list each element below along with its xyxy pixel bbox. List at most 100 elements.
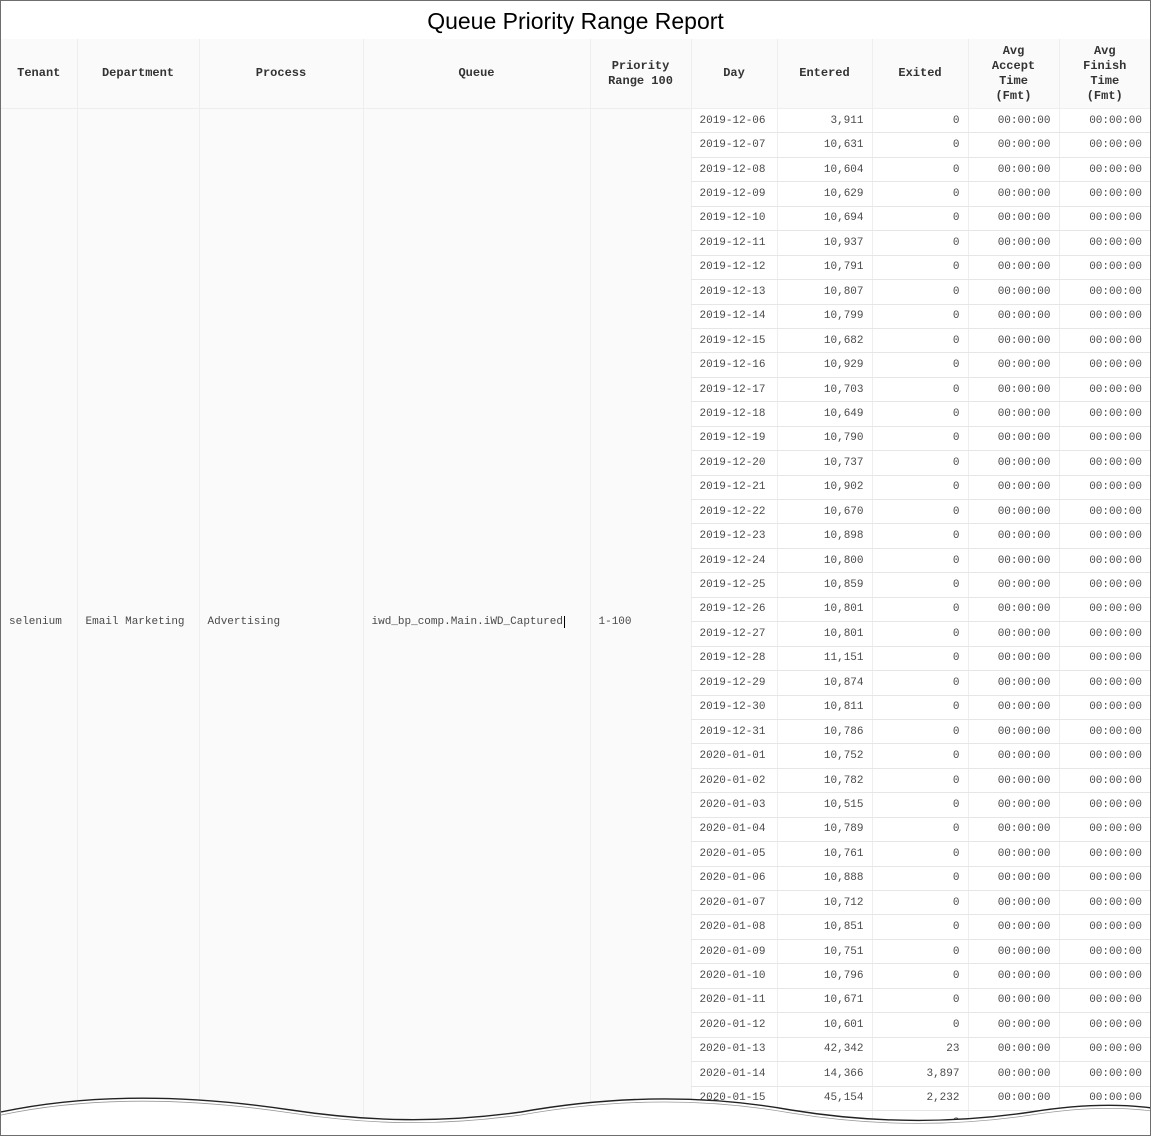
column-header-queue[interactable]: Queue <box>362 39 590 109</box>
column-header-day[interactable]: Day <box>690 39 777 109</box>
avg-accept-time-cell: 00:00:00 <box>967 328 1059 354</box>
entered-cell: 10,851 <box>776 914 872 940</box>
exited-cell: 0 <box>871 988 968 1014</box>
avg-finish-time-cell: 00:00:00 <box>1058 206 1150 232</box>
avg-finish-time-cell: 00:00:00 <box>1058 1110 1150 1135</box>
department-cell: Email Marketing <box>76 108 199 1135</box>
entered-cell: 10,515 <box>776 792 872 818</box>
exited-cell: 0 <box>871 792 968 818</box>
day-cell: 2019-12-25 <box>690 572 777 598</box>
avg-accept-time-cell: 00:00:00 <box>967 279 1059 305</box>
column-header-avg-finish-time[interactable]: Avg Finish Time (Fmt) <box>1058 39 1150 109</box>
tenant-cell: selenium <box>1 108 77 1135</box>
column-header-entered[interactable]: Entered <box>776 39 872 109</box>
avg-accept-time-cell: 00:00:00 <box>967 1086 1059 1111</box>
avg-accept-time-cell: 00:00:00 <box>967 475 1059 501</box>
day-cell: 2019-12-30 <box>690 695 777 720</box>
avg-accept-time-cell: 00:00:00 <box>967 841 1059 867</box>
avg-accept-time-cell: 00:00:00 <box>967 695 1059 720</box>
avg-accept-time-cell: 00:00:00 <box>967 304 1059 329</box>
avg-finish-time-cell: 00:00:00 <box>1058 1086 1150 1111</box>
avg-finish-time-cell: 00:00:00 <box>1058 841 1150 867</box>
avg-accept-time-cell: 00:00:00 <box>967 988 1059 1014</box>
entered-cell: 10,859 <box>776 572 872 598</box>
day-cell: 2019-12-08 <box>690 157 777 183</box>
day-cell: 2019-12-18 <box>690 401 777 427</box>
day-cell: 2020-01-07 <box>690 890 777 916</box>
exited-cell: 0 <box>871 695 968 720</box>
avg-accept-time-cell: 00:00:00 <box>967 206 1059 232</box>
exited-cell: 2,232 <box>871 1086 968 1111</box>
avg-finish-time-cell: 00:00:00 <box>1058 670 1150 696</box>
entered-cell: 10,791 <box>776 255 872 281</box>
exited-cell: 0 <box>871 426 968 452</box>
priority-range-cell-text: 1-100 <box>598 615 632 628</box>
column-header-avg-accept-time[interactable]: Avg Accept Time (Fmt) <box>967 39 1059 109</box>
entered-cell: 10,811 <box>776 695 872 720</box>
exited-cell: 0 <box>871 157 968 183</box>
exited-cell: 0 <box>871 401 968 427</box>
queue-cell: iwd_bp_comp.Main.iWD_Captured <box>362 108 590 1135</box>
exited-cell: 0 <box>871 841 968 867</box>
day-cell: 2019-12-17 <box>690 377 777 403</box>
avg-accept-time-cell: 00:00:00 <box>967 572 1059 598</box>
entered-cell: 10,801 <box>776 621 872 647</box>
exited-cell: 0 <box>871 646 968 672</box>
exited-cell: 0 <box>871 890 968 916</box>
avg-finish-time-cell: 00:00:00 <box>1058 890 1150 916</box>
exited-cell: 0 <box>871 572 968 598</box>
day-cell: 2020-01-12 <box>690 1012 777 1038</box>
priority-range-cell: 1-100 <box>589 108 691 1135</box>
avg-finish-time-cell: 00:00:00 <box>1058 108 1150 134</box>
exited-cell: 0 <box>871 377 968 403</box>
exited-cell: 2 <box>871 1110 968 1135</box>
column-header-priority-range[interactable]: Priority Range 100 <box>589 39 691 109</box>
entered-cell: 10,902 <box>776 475 872 501</box>
avg-finish-time-cell: 00:00:00 <box>1058 963 1150 989</box>
avg-finish-time-cell: 00:00:00 <box>1058 279 1150 305</box>
entered-cell: 10,682 <box>776 328 872 354</box>
avg-finish-time-cell: 00:00:00 <box>1058 523 1150 549</box>
column-header-department[interactable]: Department <box>76 39 199 109</box>
column-header-process[interactable]: Process <box>198 39 363 109</box>
day-cell: 2020-01-11 <box>690 988 777 1014</box>
entered-cell: 45,154 <box>776 1086 872 1111</box>
entered-cell: 10,888 <box>776 866 872 892</box>
avg-accept-time-cell: 00:00:00 <box>967 450 1059 476</box>
entered-cell: 10,601 <box>776 1012 872 1038</box>
exited-cell: 0 <box>871 499 968 525</box>
entered-cell: 10,751 <box>776 939 872 965</box>
avg-finish-time-cell: 00:00:00 <box>1058 743 1150 769</box>
column-header-tenant[interactable]: Tenant <box>1 39 77 109</box>
avg-accept-time-cell: 00:00:00 <box>967 866 1059 892</box>
day-cell: 2019-12-13 <box>690 279 777 305</box>
entered-cell: 3,911 <box>776 108 872 134</box>
entered-cell: 10,801 <box>776 597 872 623</box>
entered-cell: 14,366 <box>776 1061 872 1087</box>
entered-cell: 10,874 <box>776 670 872 696</box>
avg-accept-time-cell: 00:00:00 <box>967 157 1059 183</box>
exited-cell: 0 <box>871 719 968 745</box>
avg-finish-time-cell: 00:00:00 <box>1058 132 1150 158</box>
avg-accept-time-cell: 00:00:00 <box>967 548 1059 574</box>
exited-cell: 0 <box>871 328 968 354</box>
exited-cell: 0 <box>871 475 968 501</box>
avg-finish-time-cell: 00:00:00 <box>1058 255 1150 281</box>
entered-cell: 10,629 <box>776 181 872 207</box>
avg-accept-time-cell: 00:00:00 <box>967 523 1059 549</box>
process-cell-text: Advertising <box>207 615 281 628</box>
exited-cell: 0 <box>871 670 968 696</box>
avg-finish-time-cell: 00:00:00 <box>1058 988 1150 1014</box>
day-cell <box>690 1110 777 1135</box>
day-cell: 2019-12-12 <box>690 255 777 281</box>
day-cell: 2019-12-27 <box>690 621 777 647</box>
avg-accept-time-cell: 00:00:00 <box>967 817 1059 843</box>
queue-cell-text: iwd_bp_comp.Main.iWD_Captured <box>371 615 565 628</box>
avg-accept-time-cell: 00:00:00 <box>967 352 1059 378</box>
exited-cell: 0 <box>871 132 968 158</box>
column-header-exited[interactable]: Exited <box>871 39 968 109</box>
exited-cell: 23 <box>871 1037 968 1063</box>
avg-finish-time-cell: 00:00:00 <box>1058 1037 1150 1063</box>
report-body: selenium Email Marketing Advertising iwd_bp… <box>1 108 1150 1135</box>
avg-finish-time-cell: 00:00:00 <box>1058 866 1150 892</box>
